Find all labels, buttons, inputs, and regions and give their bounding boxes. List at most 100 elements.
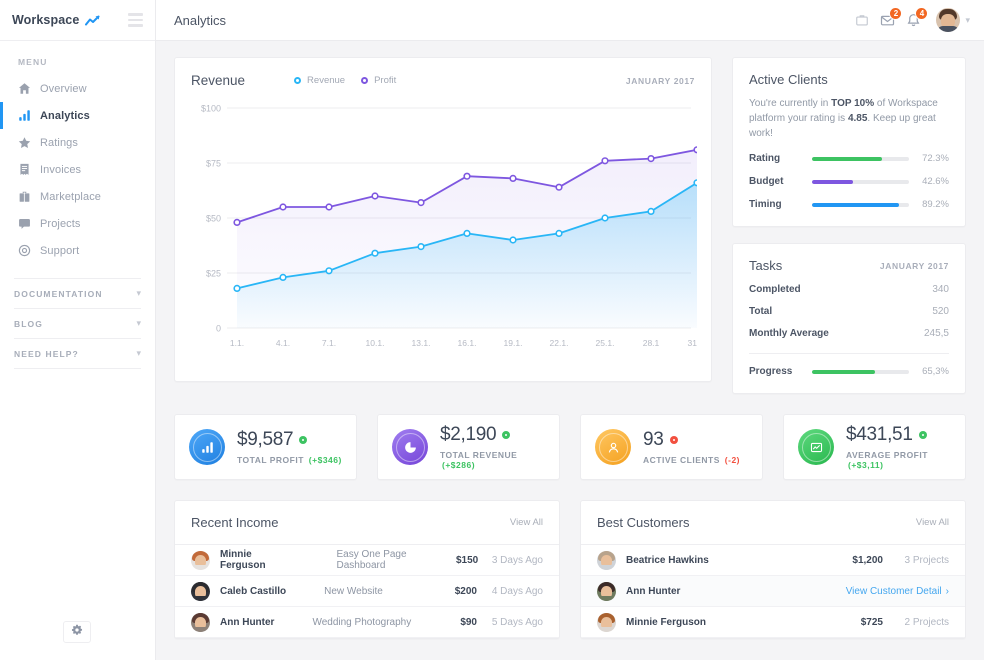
- table-row[interactable]: Minnie Ferguson $725 2 Projects: [581, 607, 965, 638]
- stat-label: ACTIVE CLIENTS: [643, 455, 720, 465]
- sidebar-item-label: Support: [40, 244, 80, 257]
- stat-delta: (+$3,11): [848, 460, 884, 470]
- sidebar-item-ratings[interactable]: Ratings: [0, 129, 155, 156]
- recent-income-title: Recent Income: [191, 515, 279, 530]
- row-charts: Revenue Revenue Profit JANUARY 2017 $100…: [174, 57, 966, 394]
- table-row[interactable]: Caleb Castillo New Website $200 4 Days A…: [175, 576, 559, 607]
- tasks-row-monthly-average: Monthly Average 245,5: [749, 328, 949, 339]
- lifebuoy-icon: [18, 244, 40, 257]
- sidebar-section-blog[interactable]: BLOG ▾: [14, 308, 141, 338]
- meter-track: [812, 156, 909, 161]
- right-column: Active Clients You're currently in TOP 1…: [732, 57, 966, 394]
- sidebar-section-need-help[interactable]: NEED HELP? ▾: [14, 338, 141, 368]
- menu-toggle-button[interactable]: [128, 13, 143, 27]
- svg-text:7.1.: 7.1.: [322, 338, 336, 348]
- revenue-chart-card: Revenue Revenue Profit JANUARY 2017 $100…: [174, 57, 712, 382]
- stat-card-total-revenue: $2,190 TOTAL REVENUE (+$286): [377, 414, 560, 480]
- sidebar-item-projects[interactable]: Projects: [0, 210, 155, 237]
- best-customers-header: Best Customers View All: [581, 501, 965, 545]
- sidebar-section-documentation[interactable]: DOCUMENTATION ▾: [14, 278, 141, 308]
- briefcase-icon[interactable]: [855, 13, 869, 27]
- revenue-chart-header: Revenue Revenue Profit JANUARY 2017: [191, 73, 695, 88]
- person-name: Ann Hunter: [626, 585, 681, 597]
- tasks-progress: Progress 65,3%: [749, 366, 949, 377]
- tasks-divider: [749, 353, 949, 354]
- bell-icon[interactable]: 4: [906, 6, 929, 28]
- mail-badge: 2: [889, 6, 903, 20]
- svg-text:$50: $50: [206, 214, 221, 224]
- mail-icon[interactable]: 2: [880, 6, 903, 28]
- chevron-down-icon: ▾: [136, 348, 141, 358]
- sidebar-item-analytics[interactable]: Analytics: [0, 102, 155, 129]
- stat-cards-row: $9,587 TOTAL PROFIT (+$346) $2,190 TOTAL…: [174, 414, 966, 480]
- svg-text:1.1.: 1.1.: [230, 338, 244, 348]
- income-amount: $150: [455, 554, 479, 566]
- table-row[interactable]: Beatrice Hawkins $1,200 3 Projects: [581, 545, 965, 576]
- user-menu[interactable]: ▾: [936, 8, 970, 32]
- svg-text:13.1.: 13.1.: [412, 338, 431, 348]
- svg-text:16.1.: 16.1.: [458, 338, 477, 348]
- chevron-right-icon: ›: [945, 585, 949, 597]
- stat-value: $9,587: [237, 429, 294, 450]
- svg-text:31.1.: 31.1.: [688, 338, 697, 348]
- avatar: [597, 550, 616, 570]
- sidebar-item-invoices[interactable]: Invoices: [0, 156, 155, 183]
- settings-button[interactable]: [63, 621, 91, 643]
- page-title: Analytics: [174, 12, 227, 28]
- legend-item-profit[interactable]: Profit: [361, 75, 396, 86]
- table-row[interactable]: Minnie Ferguson Easy One Page Dashboard …: [175, 545, 559, 576]
- table-row[interactable]: Ann Hunter View Customer Detail ›: [581, 576, 965, 607]
- stat-card-active-clients: 93 ACTIVE CLIENTS (-2): [580, 414, 763, 480]
- chart-legend: Revenue Profit: [294, 75, 396, 86]
- income-time: 5 Days Ago: [491, 616, 543, 628]
- meter-track: [812, 369, 909, 374]
- stat-value-wrap: $431,51: [846, 424, 951, 446]
- sidebar-item-overview[interactable]: Overview: [0, 75, 155, 102]
- topbar-actions: 2 4 ▾: [855, 6, 970, 32]
- sidebar-item-support[interactable]: Support: [0, 237, 155, 264]
- svg-text:10.1.: 10.1.: [366, 338, 385, 348]
- person-name: Minnie Ferguson: [220, 549, 266, 571]
- best-customers-title: Best Customers: [597, 515, 690, 530]
- income-amount: $200: [454, 585, 477, 597]
- stat-value: 93: [643, 429, 664, 450]
- table-row[interactable]: Ann Hunter Wedding Photography $90 5 Day…: [175, 607, 559, 638]
- lists-row: Recent Income View All Minnie Ferguson E…: [174, 500, 966, 639]
- view-all-link[interactable]: View All: [510, 517, 543, 528]
- income-description: New Website: [324, 585, 383, 597]
- invoice-icon: [18, 163, 40, 176]
- meter-value: 89.2%: [922, 199, 949, 210]
- recent-income-header: Recent Income View All: [175, 501, 559, 545]
- legend-item-revenue[interactable]: Revenue: [294, 75, 345, 86]
- active-clients-title: Active Clients: [749, 72, 828, 87]
- sidebar-item-marketplace[interactable]: Marketplace: [0, 183, 155, 210]
- progress-value: 65,3%: [922, 366, 949, 377]
- sidebar-item-label: Overview: [40, 82, 87, 95]
- progress-label: Progress: [749, 366, 793, 377]
- view-customer-detail-link[interactable]: View Customer Detail ›: [846, 586, 949, 597]
- desc-highlight-rating: 4.85: [847, 113, 868, 124]
- tasks-value: 520: [932, 306, 949, 317]
- tasks-date: JANUARY 2017: [879, 260, 949, 271]
- svg-text:28.1: 28.1: [643, 338, 660, 348]
- status-badge: [299, 436, 308, 444]
- bar-chart-icon: [189, 429, 225, 465]
- income-description: Wedding Photography: [312, 616, 412, 628]
- stat-card-total-profit: $9,587 TOTAL PROFIT (+$346): [174, 414, 357, 480]
- income-time: 3 Days Ago: [491, 554, 543, 566]
- stat-value-wrap: $9,587: [237, 429, 342, 451]
- user-icon: [595, 429, 631, 465]
- view-all-link[interactable]: View All: [916, 517, 949, 528]
- customer-amount: $725: [860, 616, 883, 628]
- customer-amount: $1,200: [852, 554, 883, 566]
- status-badge: [918, 431, 927, 439]
- tasks-card: Tasks JANUARY 2017 Completed 340 Total 5…: [732, 243, 966, 394]
- income-amount: $90: [460, 616, 477, 628]
- svg-text:22.1.: 22.1.: [550, 338, 569, 348]
- person-name: Ann Hunter: [220, 616, 275, 628]
- best-customers-card: Best Customers View All Beatrice Hawkins…: [580, 500, 966, 639]
- stat-value-wrap: 93: [643, 429, 740, 451]
- content-area: Revenue Revenue Profit JANUARY 2017 $100…: [156, 41, 984, 660]
- avatar: [191, 612, 210, 632]
- meter-label: Timing: [749, 199, 782, 210]
